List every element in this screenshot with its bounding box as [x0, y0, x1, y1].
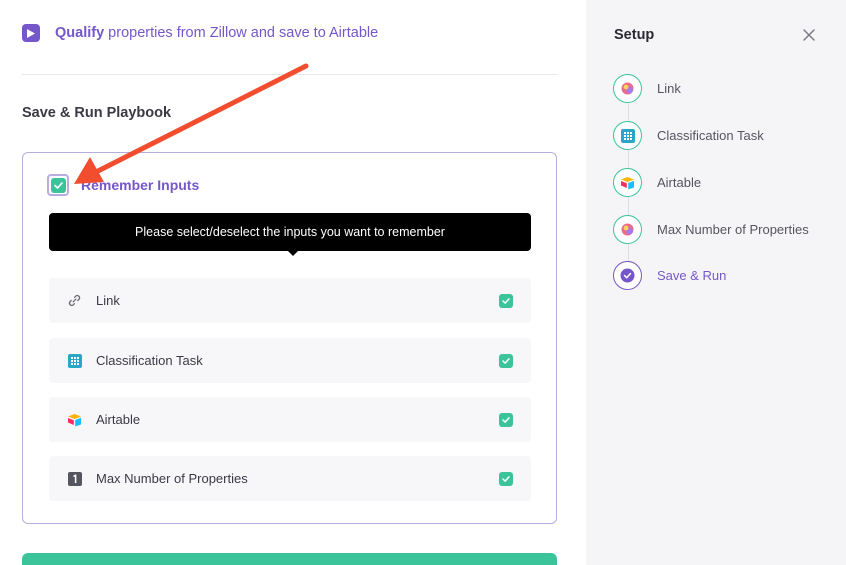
input-row-checkbox[interactable] [499, 472, 513, 486]
tooltip: Please select/deselect the inputs you wa… [49, 213, 531, 251]
input-row-label: Link [96, 293, 120, 308]
step-label: Max Number of Properties [657, 222, 809, 237]
remember-inputs-card: Remember Inputs Please select/deselect t… [22, 152, 557, 524]
input-row-airtable[interactable]: Airtable [49, 397, 531, 442]
input-row-checkbox[interactable] [499, 413, 513, 427]
step-status-circle [613, 74, 642, 103]
step-label: Classification Task [657, 128, 764, 143]
setup-step-airtable[interactable]: Airtable [613, 168, 701, 197]
link-icon [621, 82, 634, 95]
input-row-checkbox[interactable] [499, 354, 513, 368]
step-status-circle [613, 215, 642, 244]
grid-icon [620, 128, 635, 143]
setup-sidebar: Setup Link Classification Task Airtable … [586, 0, 846, 565]
input-row-label: Max Number of Properties [96, 471, 248, 486]
grid-icon [67, 353, 82, 368]
input-row-label: Classification Task [96, 353, 203, 368]
playbook-title-bold: Qualify [55, 25, 105, 41]
setup-title: Setup [614, 27, 655, 43]
setup-step-link[interactable]: Link [613, 74, 681, 103]
section-title: Save & Run Playbook [22, 105, 172, 121]
input-row-label: Airtable [96, 412, 141, 427]
step-status-circle [613, 168, 642, 197]
close-icon[interactable] [802, 28, 816, 42]
step-label: Link [657, 81, 681, 96]
setup-step-save-run[interactable]: Save & Run [613, 261, 726, 290]
divider [22, 74, 557, 75]
check-circle-icon [620, 268, 635, 283]
step-status-circle [613, 261, 642, 290]
airtable-icon [621, 176, 634, 189]
step-label: Airtable [657, 175, 702, 190]
input-row-checkbox[interactable] [499, 294, 513, 308]
remember-inputs-label[interactable]: Remember Inputs [81, 177, 199, 193]
airtable-icon [67, 412, 82, 427]
remember-inputs-toggle[interactable]: Remember Inputs [47, 174, 199, 196]
step-label: Save & Run [657, 268, 727, 283]
tooltip-tail [287, 250, 299, 256]
link-icon [621, 223, 634, 236]
remember-inputs-checkbox[interactable] [47, 174, 69, 196]
number-one-icon [67, 471, 82, 486]
input-row-classification-task[interactable]: Classification Task [49, 338, 531, 383]
playbook-header: Qualify properties from Zillow and save … [22, 24, 378, 42]
setup-step-max-number-of-properties[interactable]: Max Number of Properties [613, 215, 809, 244]
play-icon[interactable] [22, 24, 40, 42]
main-panel: Qualify properties from Zillow and save … [0, 0, 586, 565]
step-status-circle [613, 121, 642, 150]
playbook-title: Qualify properties from Zillow and save … [55, 25, 378, 41]
link-icon [67, 293, 82, 308]
save-run-button[interactable] [22, 553, 557, 565]
check-icon [50, 177, 66, 193]
input-row-max-number-of-properties[interactable]: Max Number of Properties [49, 456, 531, 501]
input-row-link[interactable]: Link [49, 278, 531, 323]
setup-step-classification-task[interactable]: Classification Task [613, 121, 764, 150]
playbook-title-rest: properties from Zillow and save to Airta… [104, 25, 379, 41]
